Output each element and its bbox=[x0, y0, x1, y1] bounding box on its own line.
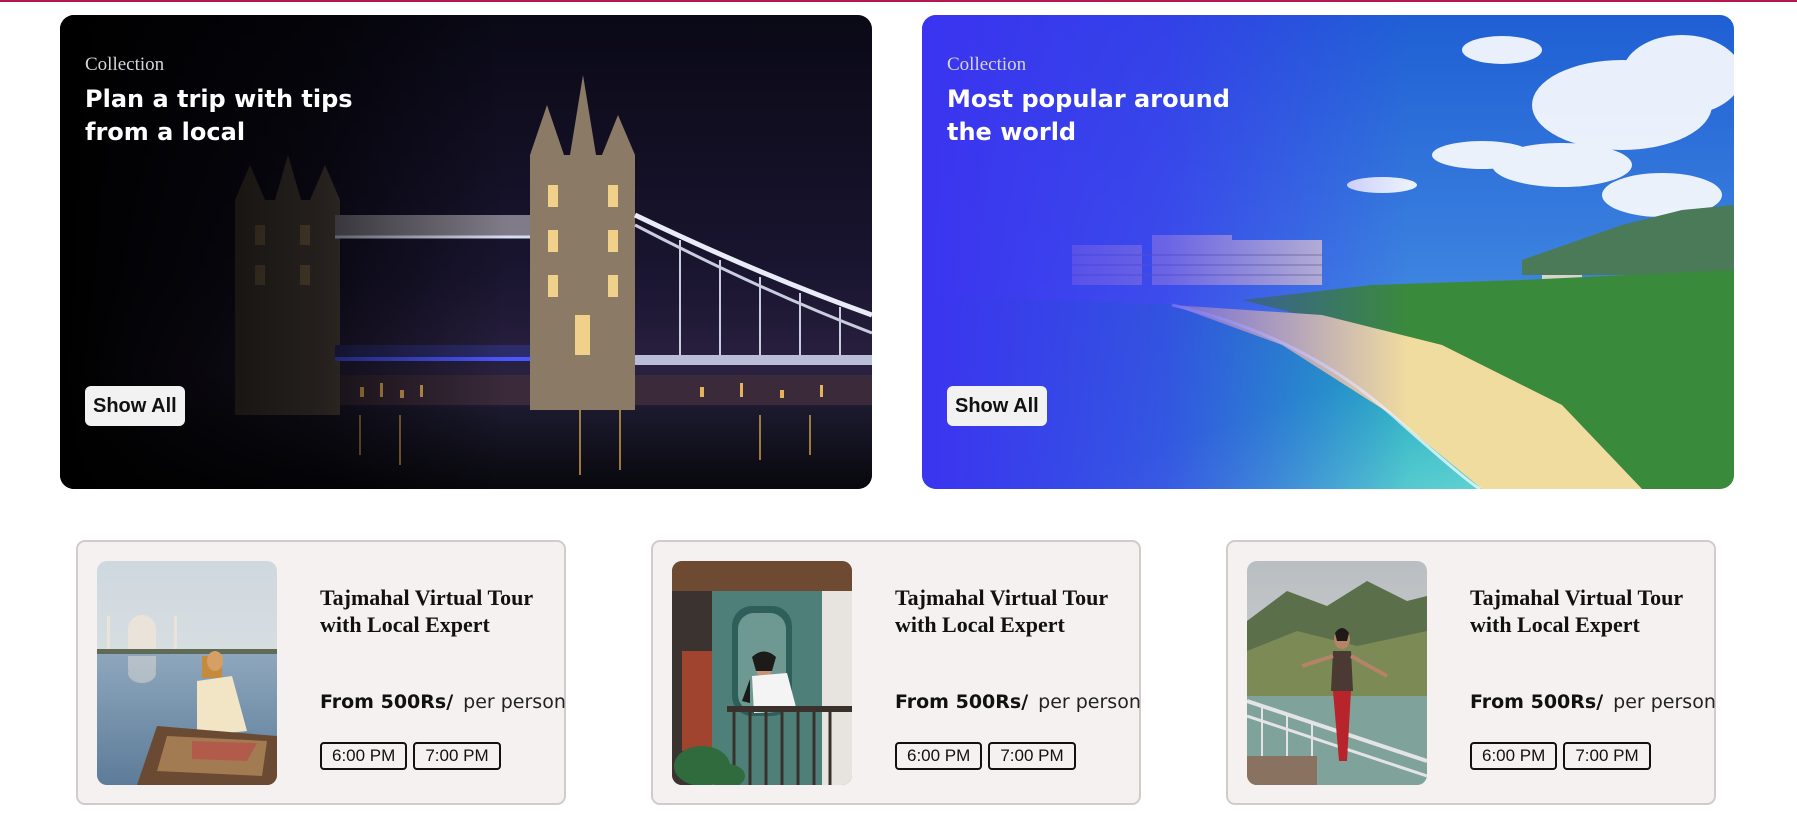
time-slots: 6:00 PM 7:00 PM bbox=[1470, 742, 1651, 770]
tour-card[interactable]: Tajmahal Virtual Tour with Local Expert … bbox=[76, 540, 566, 805]
time-slot-button[interactable]: 7:00 PM bbox=[413, 742, 501, 770]
show-all-button[interactable]: Show All bbox=[947, 386, 1047, 426]
tour-card[interactable]: Tajmahal Virtual Tour with Local Expert … bbox=[651, 540, 1141, 805]
collection-eyebrow: Collection bbox=[947, 54, 1027, 75]
collection-title: Plan a trip with tips from a local bbox=[85, 85, 353, 146]
price-amount: From 500Rs/ bbox=[1470, 691, 1604, 713]
tour-title: Tajmahal Virtual Tour with Local Expert bbox=[320, 585, 533, 637]
time-slot-button[interactable]: 6:00 PM bbox=[320, 742, 408, 770]
show-all-button[interactable]: Show All bbox=[85, 386, 185, 426]
tour-title: Tajmahal Virtual Tour with Local Expert bbox=[895, 585, 1108, 637]
balcony-woman-image bbox=[672, 561, 852, 785]
price-unit: per person bbox=[1038, 691, 1141, 713]
tour-title: Tajmahal Virtual Tour with Local Expert bbox=[1470, 585, 1683, 637]
collection-title: Most popular around the world bbox=[947, 85, 1230, 146]
time-slots: 6:00 PM 7:00 PM bbox=[320, 742, 501, 770]
time-slots: 6:00 PM 7:00 PM bbox=[895, 742, 1076, 770]
tour-price: From 500Rs/per person bbox=[1470, 691, 1716, 713]
time-slot-button[interactable]: 6:00 PM bbox=[895, 742, 983, 770]
time-slot-button[interactable]: 7:00 PM bbox=[1563, 742, 1651, 770]
taj-mahal-boat-woman-image bbox=[97, 561, 277, 785]
top-accent-rule bbox=[0, 0, 1797, 2]
price-unit: per person bbox=[463, 691, 566, 713]
collection-banner-most-popular: Collection Most popular around the world… bbox=[922, 15, 1734, 489]
collection-eyebrow: Collection bbox=[85, 54, 165, 75]
time-slot-button[interactable]: 7:00 PM bbox=[988, 742, 1076, 770]
tour-price: From 500Rs/per person bbox=[320, 691, 566, 713]
tour-card[interactable]: Tajmahal Virtual Tour with Local Expert … bbox=[1226, 540, 1716, 805]
tour-price: From 500Rs/per person bbox=[895, 691, 1141, 713]
price-amount: From 500Rs/ bbox=[320, 691, 454, 713]
mountain-bridge-woman-image bbox=[1247, 561, 1427, 785]
time-slot-button[interactable]: 6:00 PM bbox=[1470, 742, 1558, 770]
collection-banner-local-tips: Collection Plan a trip with tips from a … bbox=[60, 15, 872, 489]
price-amount: From 500Rs/ bbox=[895, 691, 1029, 713]
price-unit: per person bbox=[1613, 691, 1716, 713]
